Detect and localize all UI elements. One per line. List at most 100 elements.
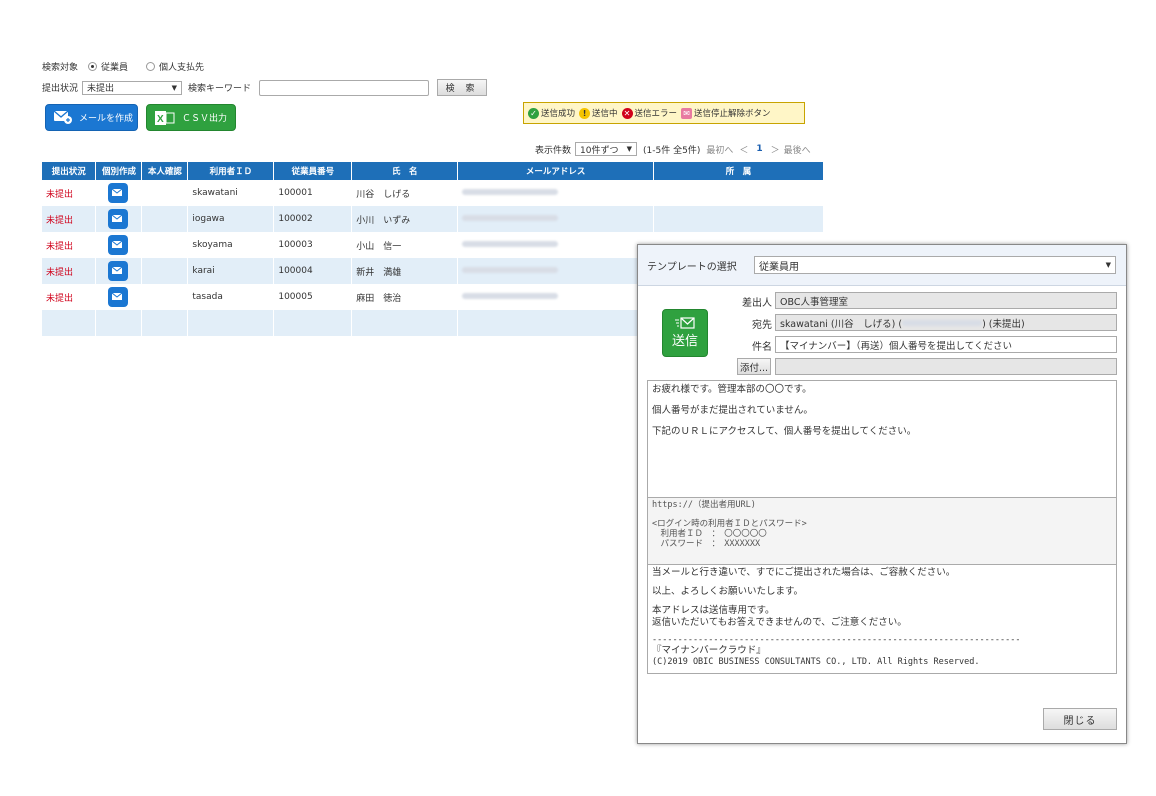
header-email[interactable]: メールアドレス [457, 162, 655, 180]
body-line: 下記のＵＲＬにアクセスして、個人番号を提出してください。 [652, 426, 917, 437]
dept-cell [653, 206, 824, 232]
radio-employee[interactable] [88, 62, 98, 71]
redacted-email [462, 215, 559, 221]
first-page-link[interactable]: 最初へ [706, 143, 733, 156]
individual-mail-icon[interactable] [108, 287, 129, 307]
individual-mail-icon[interactable] [108, 261, 129, 281]
to-value-a: skawatani (川谷 しげる) ( [780, 318, 903, 330]
mail-body-editor[interactable]: お疲れ様です。管理本部の〇〇です。 個人番号がまだ提出されていません。 下記のＵ… [647, 380, 1117, 498]
redacted-email [902, 319, 983, 326]
subject-input[interactable]: 【マイナンバー】（再送）個人番号を提出してください [775, 336, 1117, 353]
identity-cell [141, 232, 189, 258]
subject-value: 【マイナンバー】（再送）個人番号を提出してください [780, 340, 1012, 352]
status-cell: 未提出 [42, 284, 97, 310]
check-icon: ✓ [528, 107, 539, 119]
status-cell: 未提出 [42, 232, 97, 258]
footer-line: 当メールと行き違いで、すでにご提出された場合は、ご容赦ください。 [652, 567, 956, 578]
status-select-value: 未提出 [87, 84, 115, 94]
template-select[interactable]: 従業員用 ▼ [754, 256, 1116, 274]
legend-sending: 送信中 [592, 109, 618, 119]
emp-no-cell: 100004 [273, 258, 353, 284]
header-identity: 本人確認 [141, 162, 189, 180]
emp-no-cell: 100001 [273, 180, 353, 206]
name-cell: 小川 いずみ [351, 206, 459, 232]
header-user-id[interactable]: 利用者ＩＤ [187, 162, 275, 180]
keyword-label: 検索キーワード [188, 84, 252, 94]
send-button[interactable]: 送信 [662, 309, 708, 357]
body-line: 個人番号がまだ提出されていません。 [652, 405, 813, 416]
search-target-label: 検索対象 [42, 63, 79, 73]
last-page-link[interactable]: 最後へ [784, 143, 811, 156]
radio-payee[interactable] [146, 62, 156, 71]
per-page-value: 10件ずつ [580, 145, 619, 156]
sender-label: 差出人 [742, 298, 772, 309]
individual-mail-icon[interactable] [108, 183, 129, 203]
per-page-select[interactable]: 10件ずつ ▼ [575, 142, 638, 156]
name-cell: 川谷 しげる [351, 180, 459, 206]
current-page[interactable]: 1 [756, 144, 762, 154]
template-select-value: 従業員用 [759, 261, 799, 273]
body-line: お疲れ様です。管理本部の〇〇です。 [652, 384, 812, 395]
chevron-down-icon: ▼ [626, 145, 633, 153]
emp-no-cell: 100005 [273, 284, 353, 310]
search-button[interactable]: 検 索 [437, 79, 488, 96]
email-cell [457, 206, 655, 232]
individual-mail-icon[interactable] [108, 209, 129, 229]
csv-export-button[interactable]: X ＣＳＶ出力 [146, 104, 236, 131]
page-summary: (1-5件 全5件) [643, 145, 701, 156]
template-label: テンプレートの選択 [647, 262, 737, 273]
fixed-url-section: https://（提出者用URL) <ログイン時の利用者ＩＤとパスワード> 利用… [647, 497, 1117, 565]
header-dept[interactable]: 所 属 [653, 162, 824, 180]
close-button[interactable]: 閉じる [1043, 708, 1117, 730]
signature-line: 『マイナンバークラウド』 [652, 645, 766, 656]
header-individual: 個別作成 [95, 162, 143, 180]
status-label: 提出状況 [42, 84, 79, 94]
chevron-down-icon: ▼ [171, 83, 178, 92]
header-emp-no[interactable]: 従業員番号 [273, 162, 353, 180]
header-status[interactable]: 提出状況 [42, 162, 97, 180]
keyword-input[interactable] [259, 79, 430, 96]
to-field: skawatani (川谷 しげる) ( ) (未提出) [775, 314, 1117, 331]
status-cell: 未提出 [42, 206, 97, 232]
url-line: https://（提出者用URL) [652, 500, 756, 510]
status-legend: ✓ 送信成功 ! 送信中 ✕ 送信エラー ✉ 送信停止解除ボタン [523, 102, 805, 124]
sender-field: OBC人事管理室 [775, 292, 1117, 309]
table-header: 提出状況 個別作成 本人確認 利用者ＩＤ 従業員番号 氏 名 メールアドレス 所… [42, 162, 824, 180]
attach-button[interactable]: 添付... [737, 358, 771, 375]
table-row[interactable]: 未提出 iogawa 100002 小川 いずみ [42, 206, 824, 232]
page-count-label: 表示件数 [535, 145, 572, 156]
emp-no-cell: 100002 [273, 206, 353, 232]
email-cell [457, 284, 655, 310]
header-name[interactable]: 氏 名 [351, 162, 459, 180]
individual-mail-icon[interactable] [108, 235, 129, 255]
table-row[interactable]: 未提出 skawatani 100001 川谷 しげる [42, 180, 824, 206]
footer-line: 本アドレスは送信専用です。 [652, 605, 775, 616]
attachment-field [775, 358, 1117, 375]
error-icon: ✕ [621, 107, 633, 119]
mail-footer-editor[interactable]: 当メールと行き違いで、すでにご提出された場合は、ご容赦ください。 以上、よろしく… [647, 564, 1117, 674]
login-line: パスワード ： XXXXXXX [652, 539, 761, 549]
name-cell: 麻田 徳治 [351, 284, 459, 310]
login-line: <ログイン時の利用者ＩＤとパスワード> [652, 519, 807, 529]
email-cell [457, 180, 655, 206]
name-cell: 新井 満雄 [351, 258, 459, 284]
prev-page-link[interactable]: ＜ [739, 143, 748, 156]
identity-cell [141, 206, 189, 232]
sender-value: OBC人事管理室 [780, 296, 848, 308]
status-select[interactable]: 未提出 ▼ [82, 80, 183, 95]
to-value-b: ) (未提出) [982, 318, 1025, 330]
copyright-line: (C)2019 OBIC BUSINESS CONSULTANTS CO., L… [652, 657, 980, 667]
email-cell [457, 258, 655, 284]
legend-success: 送信成功 [541, 109, 576, 119]
mail-icon [54, 111, 72, 124]
identity-cell [141, 180, 189, 206]
next-page-link[interactable]: ＞ [771, 143, 780, 156]
radio-employee-label: 従業員 [101, 63, 129, 73]
legend-stop: 送信停止解除ボタン [694, 109, 771, 119]
radio-payee-label: 個人支払先 [159, 63, 205, 73]
dept-cell [653, 180, 824, 206]
emp-no-cell: 100003 [273, 232, 353, 258]
search-target-row: 検索対象 従業員 個人支払先 [42, 60, 204, 73]
email-cell [457, 232, 655, 258]
create-mail-button[interactable]: メールを作成 [45, 104, 138, 131]
